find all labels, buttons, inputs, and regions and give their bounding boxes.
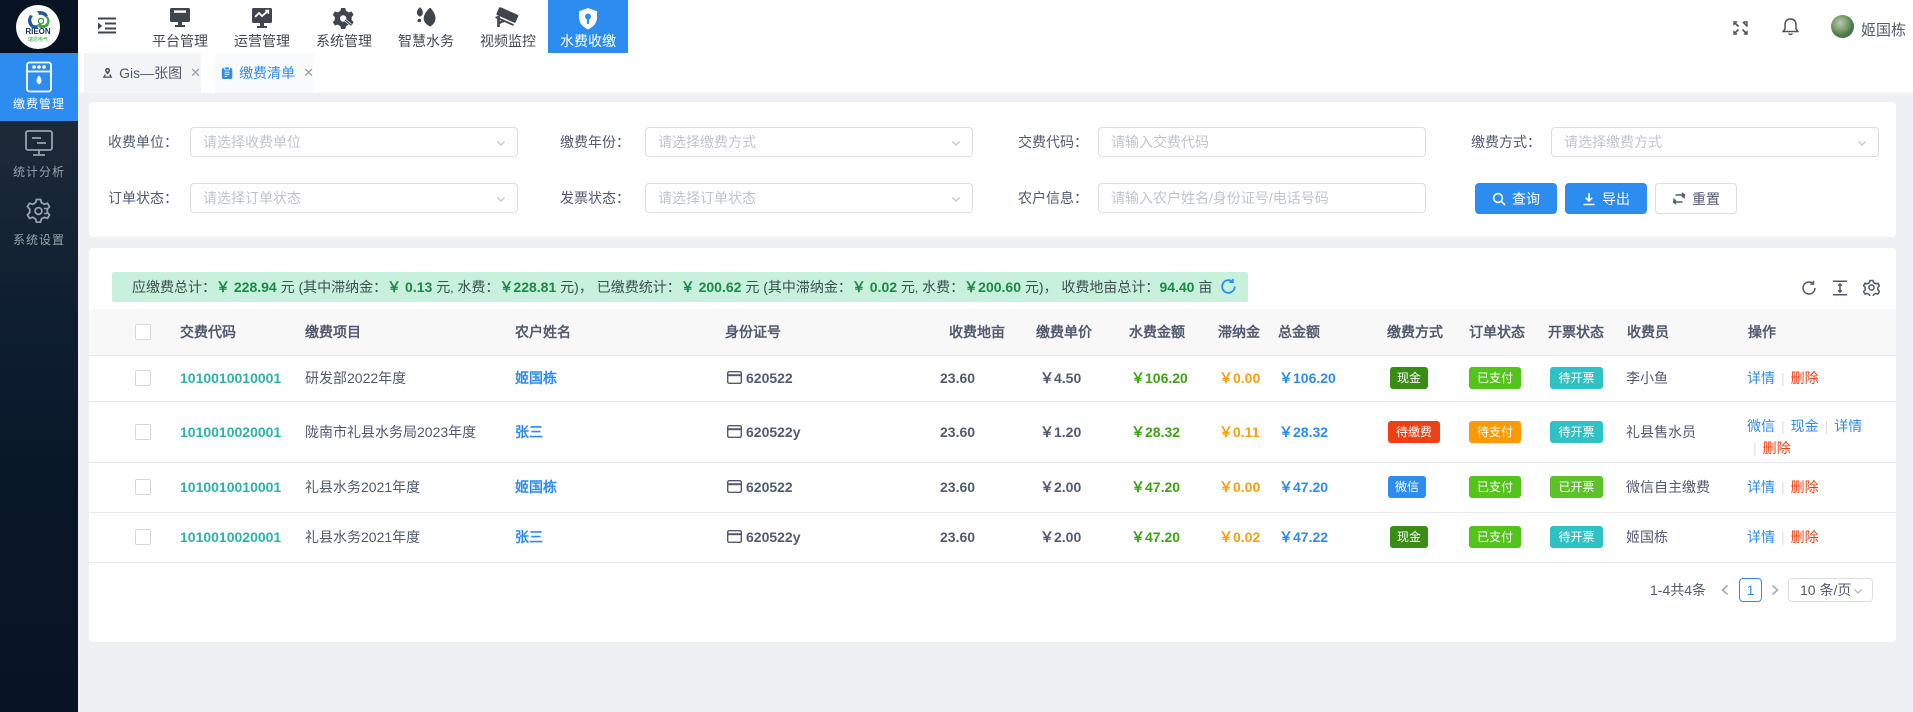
svg-text:RIEON: RIEON bbox=[25, 27, 51, 36]
svg-text:瑞恩电气: 瑞恩电气 bbox=[28, 36, 48, 43]
